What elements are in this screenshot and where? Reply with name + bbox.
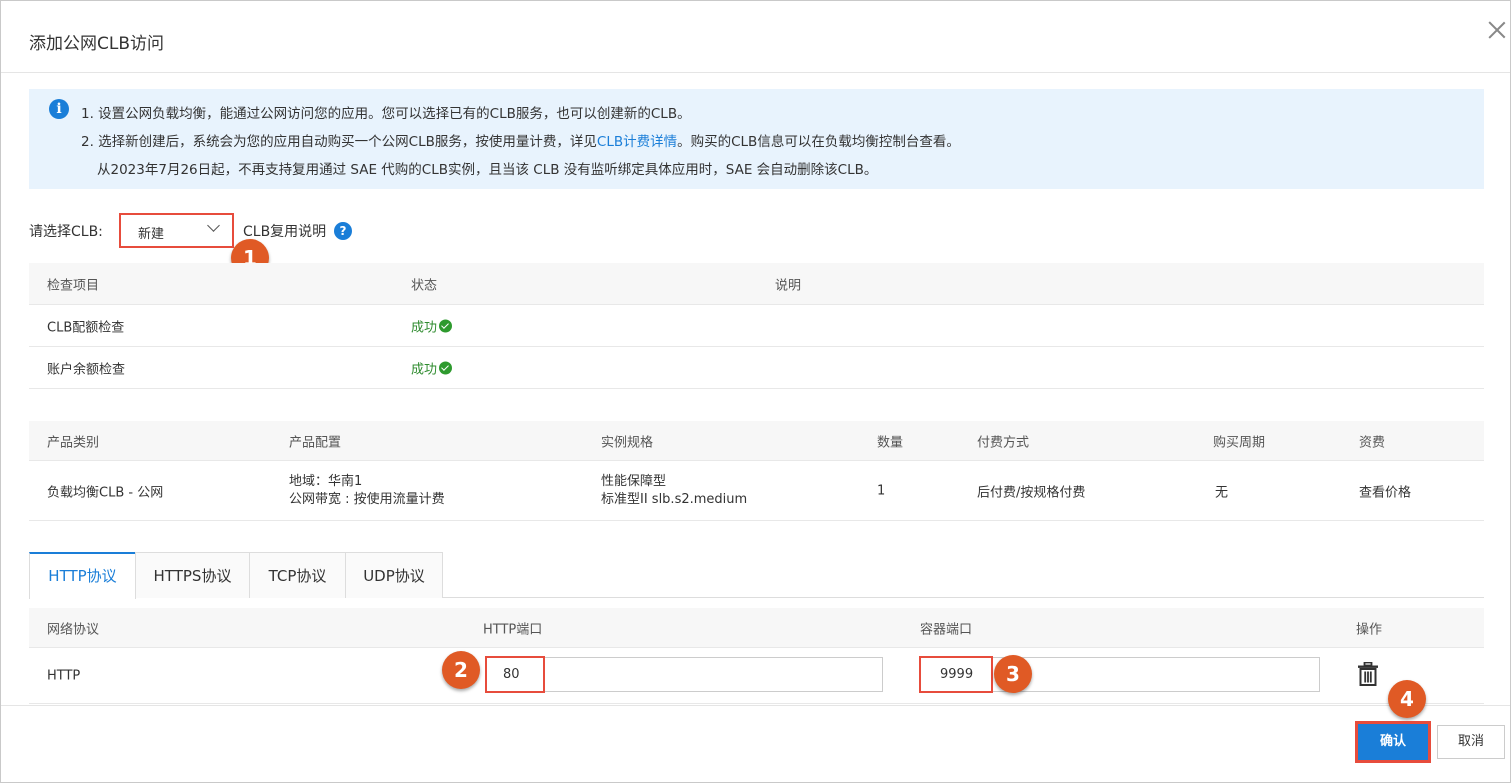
- tab-http[interactable]: HTTP协议: [29, 552, 136, 599]
- check-item: 账户余额检查: [47, 362, 126, 377]
- col-http-port: HTTP端口: [483, 622, 543, 637]
- trash-icon[interactable]: [1358, 662, 1378, 686]
- table-row: 账户余额检查 成功: [29, 347, 1484, 389]
- status-badge: 成功: [411, 316, 453, 335]
- col-instance-spec: 实例规格: [601, 435, 654, 450]
- info-notice: i 1. 设置公网负载均衡，能通过公网访问您的应用。您可以选择已有的CLB服务，…: [29, 89, 1484, 189]
- chevron-down-icon: [207, 219, 220, 232]
- product-config: 地域：华南1 公网带宽 : 按使用流量计费: [289, 473, 445, 509]
- add-public-clb-dialog: 添加公网CLB访问 i 1. 设置公网负载均衡，能通过公网访问您的应用。您可以选…: [0, 0, 1511, 783]
- check-circle-icon: [439, 361, 453, 374]
- status-text: 成功: [411, 320, 438, 335]
- quantity: 1: [877, 483, 886, 498]
- help-icon[interactable]: ?: [334, 222, 352, 240]
- notice-line-1: 1. 设置公网负载均衡，能通过公网访问您的应用。您可以选择已有的CLB服务，也可…: [81, 106, 691, 122]
- col-price: 资费: [1359, 435, 1386, 450]
- step-badge-2: 2: [442, 651, 480, 689]
- step-badge-4: 4: [1388, 680, 1426, 718]
- col-network-protocol: 网络协议: [47, 622, 100, 637]
- payment-method: 后付费/按规格付费: [977, 485, 1086, 500]
- col-product-category: 产品类别: [47, 435, 100, 450]
- footer-divider: [1, 705, 1510, 706]
- table-row: 负载均衡CLB - 公网 地域：华南1 公网带宽 : 按使用流量计费 性能保障型标…: [29, 461, 1484, 521]
- clb-billing-link[interactable]: CLB计费详情: [597, 134, 677, 150]
- check-item: CLB配额检查: [47, 320, 125, 335]
- notice-line-3: 从2023年7月26日起，不再支持复用通过 SAE 代购的CLB实例，且当该 C…: [97, 162, 878, 178]
- clb-select[interactable]: 新建: [119, 213, 234, 248]
- col-check-item: 检查项目: [47, 278, 100, 293]
- clb-select-label: 请选择CLB:: [29, 224, 103, 240]
- col-description: 说明: [775, 278, 802, 293]
- instance-spec: 性能保障型标准型II slb.s2.medium: [601, 473, 747, 509]
- notice-line-2-prefix: 2. 选择新创建后，系统会为您的应用自动购买一个公网CLB服务，按使用量计费，详…: [81, 134, 597, 150]
- purchase-period: 无: [1215, 485, 1229, 500]
- tab-https[interactable]: HTTPS协议: [135, 552, 250, 598]
- step-badge-3: 3: [994, 655, 1032, 693]
- product-category: 负载均衡CLB - 公网: [47, 485, 164, 500]
- col-actions: 操作: [1356, 622, 1383, 637]
- check-table-header: 检查项目 状态 说明: [29, 263, 1484, 305]
- view-price-link[interactable]: 查看价格: [1359, 481, 1411, 500]
- spec-type: 性能保障型: [601, 473, 667, 489]
- product-table-header: 产品类别 产品配置 实例规格 数量 付费方式 购买周期 资费: [29, 421, 1484, 461]
- table-row: CLB配额检查 成功: [29, 305, 1484, 347]
- protocol-tabs: HTTP协议 HTTPS协议 TCP协议 UDP协议: [29, 552, 1484, 599]
- col-quantity: 数量: [877, 435, 904, 450]
- close-icon[interactable]: [1486, 19, 1508, 41]
- port-table-header: 网络协议 HTTP端口 容器端口 操作: [29, 608, 1484, 648]
- col-period: 购买周期: [1213, 435, 1266, 450]
- confirm-button[interactable]: 确认: [1355, 721, 1431, 763]
- col-container-port: 容器端口: [920, 622, 973, 637]
- dialog-title: 添加公网CLB访问: [29, 34, 165, 54]
- tab-tcp[interactable]: TCP协议: [249, 552, 346, 598]
- dialog-header: 添加公网CLB访问: [1, 1, 1510, 73]
- highlight-box: [485, 656, 545, 693]
- config-region: 地域：华南1: [289, 473, 363, 489]
- status-text: 成功: [411, 362, 438, 377]
- notice-line-2-suffix: 。购买的CLB信息可以在负载均衡控制台查看。: [677, 134, 960, 150]
- col-status: 状态: [411, 278, 438, 293]
- status-badge: 成功: [411, 358, 453, 377]
- check-circle-icon: [439, 319, 453, 332]
- tab-udp[interactable]: UDP协议: [345, 552, 443, 598]
- clb-reuse-label: CLB复用说明: [243, 224, 327, 240]
- highlight-box: [919, 656, 993, 693]
- col-payment: 付费方式: [977, 435, 1030, 450]
- cancel-button[interactable]: 取消: [1437, 725, 1505, 759]
- clb-select-value: 新建: [138, 227, 165, 242]
- notice-line-2: 2. 选择新创建后，系统会为您的应用自动购买一个公网CLB服务，按使用量计费，详…: [81, 130, 960, 150]
- info-icon: i: [49, 99, 69, 119]
- spec-model: 标准型II slb.s2.medium: [601, 491, 748, 507]
- network-protocol: HTTP: [47, 668, 81, 683]
- col-product-config: 产品配置: [289, 435, 342, 450]
- config-bandwidth: 公网带宽 : 按使用流量计费: [289, 491, 445, 507]
